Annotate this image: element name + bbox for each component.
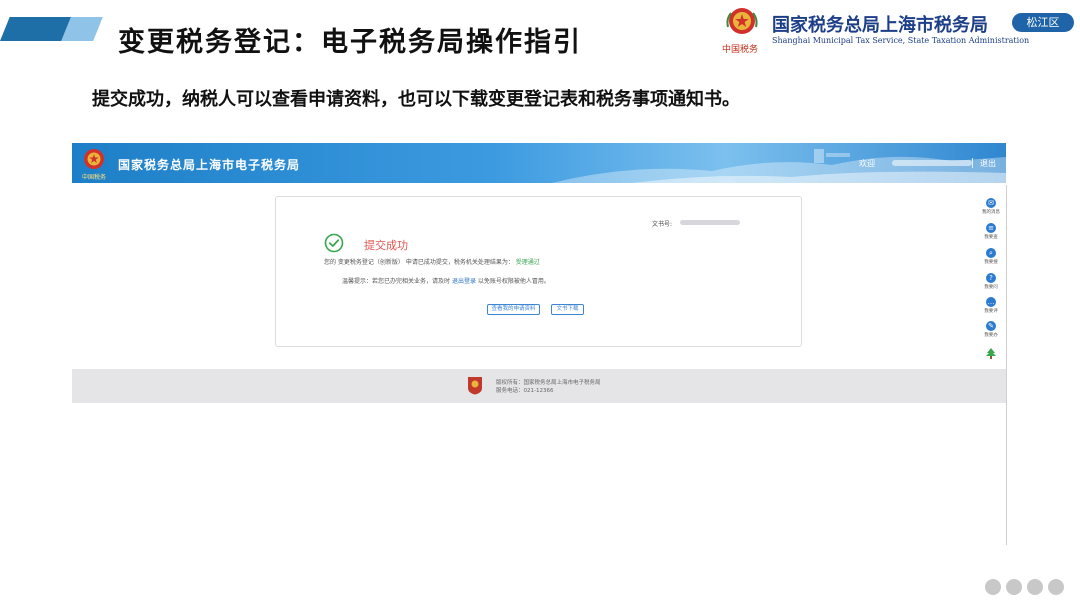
pager-dot[interactable] (985, 579, 1001, 595)
portal-emblem-icon (84, 149, 104, 169)
result-status: 受理通过 (515, 259, 540, 266)
side-item-label: 我的消息 (982, 210, 1000, 215)
district-badge: 松江区 (1012, 13, 1074, 32)
username-redacted (892, 160, 972, 166)
side-item-label: 我要办 (984, 333, 998, 338)
result-message: 您的 变更税务登记（创新版） 申请已成功提交，税务机关处理结果为： 受理通过 (324, 257, 540, 266)
tip-logout-link[interactable]: 退出登录 (452, 278, 476, 285)
comment-icon: … (986, 297, 996, 307)
result-card: 文书号: 提交成功 您的 变更税务登记（创新版） 申请已成功提交，税务机关处理结… (275, 196, 802, 347)
org-name-en: Shanghai Municipal Tax Service, State Ta… (772, 36, 1030, 45)
success-check-icon (324, 233, 344, 253)
welcome-label: 欢迎 (859, 159, 875, 168)
header-divider (972, 158, 973, 168)
doc-number-redacted (680, 220, 740, 225)
footer-phone: 服务电话：021-12366 (496, 388, 554, 394)
side-item-label: 我要评 (984, 309, 998, 314)
title-decoration-dark (0, 17, 72, 41)
tip-prefix: 温馨提示：若您已办完相关业务，请及时 (342, 278, 451, 285)
portal-emblem-caption: 中国税务 (82, 174, 107, 181)
side-item-label: 我要搜 (984, 260, 998, 265)
portal-footer: 版权所有：国家税务总局上海市电子税务局 服务电话：021-12366 (72, 369, 1006, 403)
slide-title: 变更税务登记：电子税务局操作指引 (118, 27, 582, 58)
page-divider (1006, 185, 1007, 545)
warm-tip: 温馨提示：若您已办完相关业务，请及时 退出登录 以免账号权限被他人冒用。 (342, 276, 550, 285)
footer-copyright: 版权所有：国家税务总局上海市电子税务局 (496, 380, 601, 386)
side-item-query[interactable]: ≡ 我要查 (979, 223, 1003, 240)
side-item-label: 我要问 (984, 285, 998, 290)
view-application-button[interactable]: 查看我的申请资料 (487, 304, 540, 315)
doc-number-label: 文书号: (652, 221, 673, 228)
pager-dot[interactable] (1048, 579, 1064, 595)
result-message-text: 您的 变更税务登记（创新版） 申请已成功提交，税务机关处理结果为： (324, 259, 514, 266)
portal-header: 中国税务 国家税务总局上海市电子税务局 欢迎 退出 (72, 143, 1006, 183)
tip-suffix: 以免账号权限被他人冒用。 (477, 278, 550, 285)
side-item-label: 我要查 (984, 235, 998, 240)
side-item-search[interactable]: ⌕ 我要搜 (979, 248, 1003, 265)
message-icon: ✉ (986, 198, 996, 208)
emblem-caption: 中国税务 (722, 45, 759, 55)
side-item-handle[interactable]: ✎ 我要办 (979, 321, 1003, 338)
tree-icon (986, 348, 996, 359)
pager-dot[interactable] (1027, 579, 1043, 595)
portal-screenshot: 中国税务 国家税务总局上海市电子税务局 欢迎 退出 文书号: 提交成功 您的 变… (72, 143, 1006, 403)
national-emblem-icon (726, 8, 758, 34)
status-title: 提交成功 (364, 239, 408, 252)
footer-emblem-icon (468, 377, 482, 395)
logout-link[interactable]: 退出 (980, 158, 996, 169)
side-item-rate[interactable]: … 我要评 (979, 297, 1003, 314)
question-icon: ? (986, 273, 996, 283)
edit-icon: ✎ (986, 321, 996, 331)
portal-title: 国家税务总局上海市电子税务局 (118, 158, 301, 172)
side-item-ask[interactable]: ? 我要问 (979, 273, 1003, 290)
search-icon: ⌕ (986, 248, 996, 258)
side-item-messages[interactable]: ✉ 我的消息 (979, 198, 1003, 215)
download-document-button[interactable]: 文书下载 (551, 304, 584, 315)
query-icon: ≡ (986, 223, 996, 233)
instruction-text: 提交成功，纳税人可以查看申请资料，也可以下载变更登记表和税务事项通知书。 (92, 89, 740, 110)
org-name-cn: 国家税务总局上海市税务局 (772, 15, 988, 36)
side-item-tree[interactable] (979, 344, 1003, 363)
pager-dot[interactable] (1006, 579, 1022, 595)
